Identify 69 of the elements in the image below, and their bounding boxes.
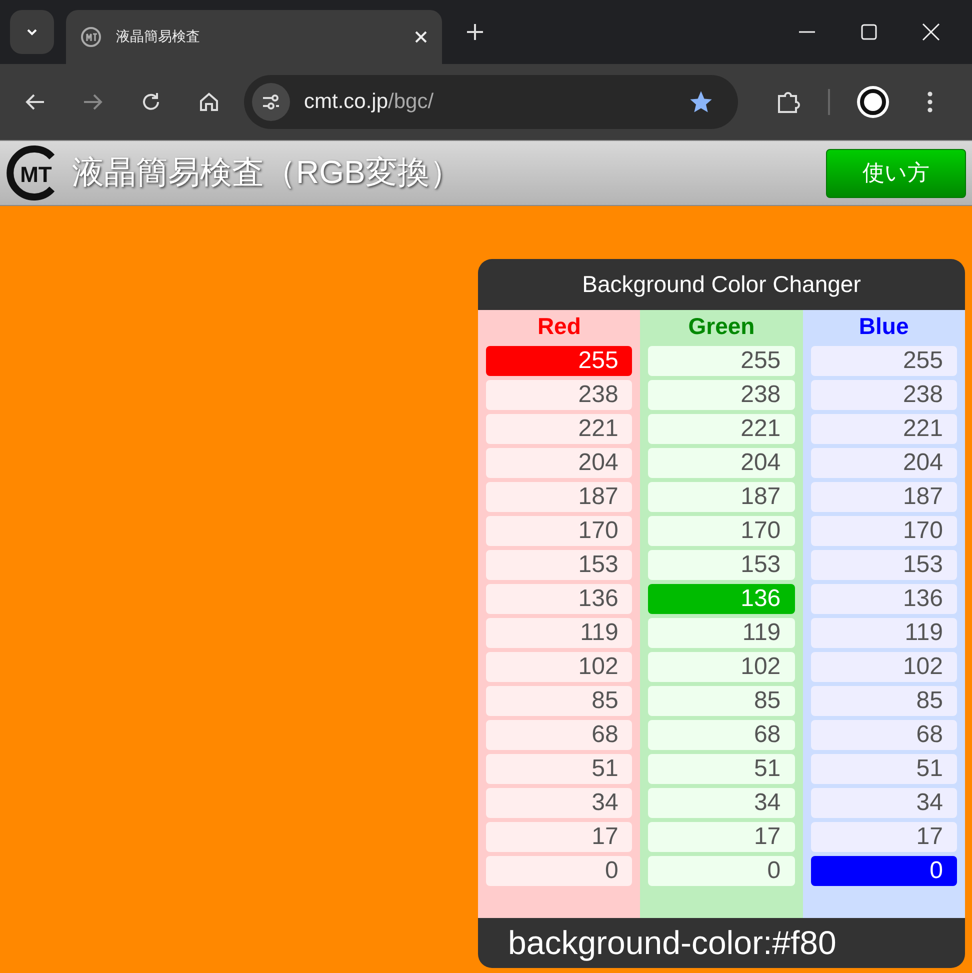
- home-icon[interactable]: [198, 91, 220, 113]
- css-output: background-color:#f80: [507, 923, 838, 963]
- address-bar[interactable]: cmt.co.jp/bgc/: [244, 75, 738, 129]
- value-button[interactable]: 170: [648, 516, 795, 546]
- value-button[interactable]: 17: [486, 822, 632, 852]
- value-button[interactable]: 34: [486, 788, 632, 818]
- new-tab-icon[interactable]: [466, 23, 484, 41]
- value-button[interactable]: 238: [810, 380, 957, 410]
- value-button[interactable]: 0: [486, 856, 632, 886]
- value-button[interactable]: 221: [486, 414, 632, 444]
- value-button[interactable]: 255: [648, 346, 795, 376]
- reload-icon[interactable]: [140, 91, 162, 113]
- value-button[interactable]: 153: [486, 550, 632, 580]
- value-button[interactable]: 51: [648, 754, 795, 784]
- channel-label: Red: [537, 312, 581, 341]
- value-button[interactable]: 17: [648, 822, 795, 852]
- page-title: 液晶簡易検査（RGB変換）: [72, 153, 462, 192]
- value-button[interactable]: 68: [648, 720, 795, 750]
- value-button[interactable]: 204: [486, 448, 632, 478]
- value-button[interactable]: 204: [810, 448, 957, 478]
- value-button[interactable]: 119: [810, 618, 957, 648]
- value-button[interactable]: 119: [648, 618, 795, 648]
- value-button[interactable]: 0: [648, 856, 795, 886]
- value-button[interactable]: 17: [810, 822, 957, 852]
- site-logo: MT: [6, 145, 62, 201]
- value-button[interactable]: 51: [486, 754, 632, 784]
- value-button[interactable]: 255: [810, 346, 957, 376]
- value-button[interactable]: 187: [810, 482, 957, 512]
- star-icon[interactable]: [688, 89, 714, 115]
- value-button[interactable]: 0: [810, 856, 957, 886]
- channel-label: Green: [688, 312, 755, 341]
- value-button[interactable]: 136: [810, 584, 957, 614]
- close-icon[interactable]: [922, 23, 940, 41]
- value-button[interactable]: 187: [486, 482, 632, 512]
- profile-avatar-icon[interactable]: [856, 85, 890, 119]
- value-button[interactable]: 153: [648, 550, 795, 580]
- tab-title: 液晶簡易検査: [116, 28, 201, 46]
- value-button[interactable]: 170: [486, 516, 632, 546]
- value-button[interactable]: 68: [486, 720, 632, 750]
- site-logo-icon: [80, 26, 102, 48]
- value-button[interactable]: 85: [486, 686, 632, 716]
- value-button[interactable]: 238: [648, 380, 795, 410]
- panel-title: Background Color Changer: [581, 270, 862, 299]
- value-button[interactable]: 204: [648, 448, 795, 478]
- browser-tab[interactable]: 液晶簡易検査: [66, 10, 442, 64]
- value-button[interactable]: 170: [810, 516, 957, 546]
- value-button[interactable]: 102: [486, 652, 632, 682]
- value-button[interactable]: 221: [648, 414, 795, 444]
- menu-icon[interactable]: [926, 90, 934, 114]
- value-button[interactable]: 153: [810, 550, 957, 580]
- value-button[interactable]: 85: [648, 686, 795, 716]
- value-button[interactable]: 119: [486, 618, 632, 648]
- value-button[interactable]: 238: [486, 380, 632, 410]
- value-button[interactable]: 136: [486, 584, 632, 614]
- url-text: cmt.co.jp/bgc/: [304, 90, 435, 114]
- value-button[interactable]: 34: [648, 788, 795, 818]
- maximize-icon[interactable]: [860, 23, 878, 41]
- value-button[interactable]: 68: [810, 720, 957, 750]
- channel-label: Blue: [858, 312, 909, 341]
- value-button[interactable]: 34: [810, 788, 957, 818]
- value-button[interactable]: 85: [810, 686, 957, 716]
- value-button[interactable]: 255: [486, 346, 632, 376]
- close-icon[interactable]: [414, 30, 428, 44]
- value-button[interactable]: 221: [810, 414, 957, 444]
- site-settings-icon[interactable]: [252, 83, 290, 121]
- value-button[interactable]: 51: [810, 754, 957, 784]
- value-button[interactable]: 102: [810, 652, 957, 682]
- value-button[interactable]: 187: [648, 482, 795, 512]
- value-button[interactable]: 102: [648, 652, 795, 682]
